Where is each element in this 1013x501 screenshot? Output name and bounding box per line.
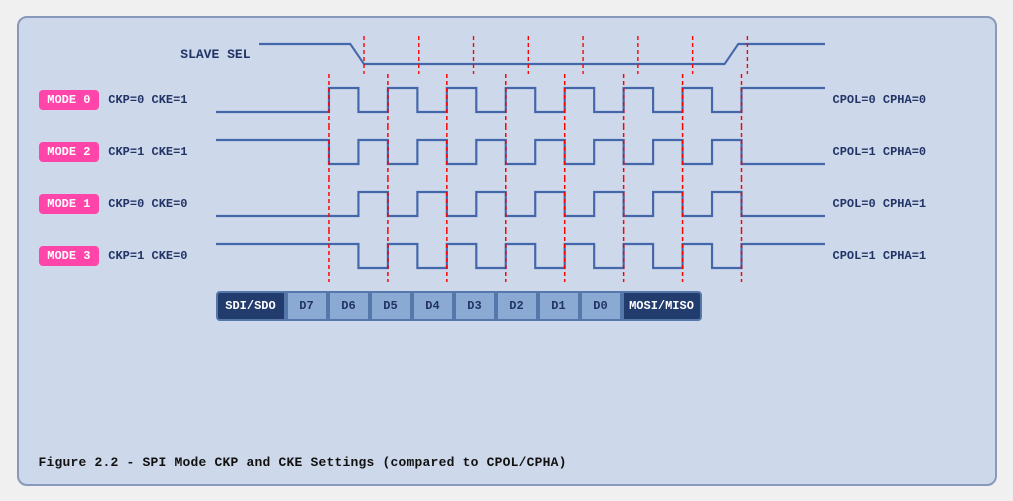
mode-3-badge: MODE 3 <box>39 246 100 266</box>
mode-0-waveform <box>216 74 825 126</box>
mode-2-row: MODE 2 CKP=1 CKE=1 CPOL=1 CPHA=0 <box>39 126 975 178</box>
mode-2-params: CKP=1 CKE=1 <box>108 145 215 159</box>
d6-cell: D6 <box>328 291 370 321</box>
mosi-miso-cell: MOSI/MISO <box>622 291 702 321</box>
mode-0-right: CPOL=0 CPHA=0 <box>825 93 975 107</box>
data-bus-row: SDI/SDO D7 D6 D5 D4 D3 D2 D1 D0 MOSI/MIS… <box>39 288 975 324</box>
mode-1-row: MODE 1 CKP=0 CKE=0 CPOL=0 CPHA=1 <box>39 178 975 230</box>
mode-1-badge: MODE 1 <box>39 194 100 214</box>
figure-caption: Figure 2.2 - SPI Mode CKP and CKE Settin… <box>39 445 975 470</box>
d3-cell: D3 <box>454 291 496 321</box>
mode-0-badge: MODE 0 <box>39 90 100 110</box>
mode-3-row: MODE 3 CKP=1 CKE=0 CPOL=1 CPHA=1 <box>39 230 975 282</box>
diagram-area: SLAVE SEL <box>39 36 975 445</box>
mode-0-row: MODE 0 CKP=0 CKE=1 <box>39 74 975 126</box>
mode-2-right: CPOL=1 CPHA=0 <box>825 145 975 159</box>
mode-2-waveform <box>216 126 825 178</box>
slave-row: SLAVE SEL <box>39 36 975 74</box>
diagram-container: SLAVE SEL <box>17 16 997 486</box>
mode-2-badge: MODE 2 <box>39 142 100 162</box>
d0-cell: D0 <box>580 291 622 321</box>
slave-signal <box>259 36 825 74</box>
sdi-sdo-cell: SDI/SDO <box>216 291 286 321</box>
data-bus: SDI/SDO D7 D6 D5 D4 D3 D2 D1 D0 MOSI/MIS… <box>216 288 825 324</box>
d2-cell: D2 <box>496 291 538 321</box>
mode-3-waveform <box>216 230 825 282</box>
d7-cell: D7 <box>286 291 328 321</box>
d5-cell: D5 <box>370 291 412 321</box>
mode-1-right: CPOL=0 CPHA=1 <box>825 197 975 211</box>
mode-3-params: CKP=1 CKE=0 <box>108 249 215 263</box>
mode-3-right: CPOL=1 CPHA=1 <box>825 249 975 263</box>
mode-0-params: CKP=0 CKE=1 <box>108 93 215 107</box>
mode-1-params: CKP=0 CKE=0 <box>108 197 215 211</box>
d1-cell: D1 <box>538 291 580 321</box>
d4-cell: D4 <box>412 291 454 321</box>
mode-1-waveform <box>216 178 825 230</box>
slave-label: SLAVE SEL <box>39 47 259 62</box>
